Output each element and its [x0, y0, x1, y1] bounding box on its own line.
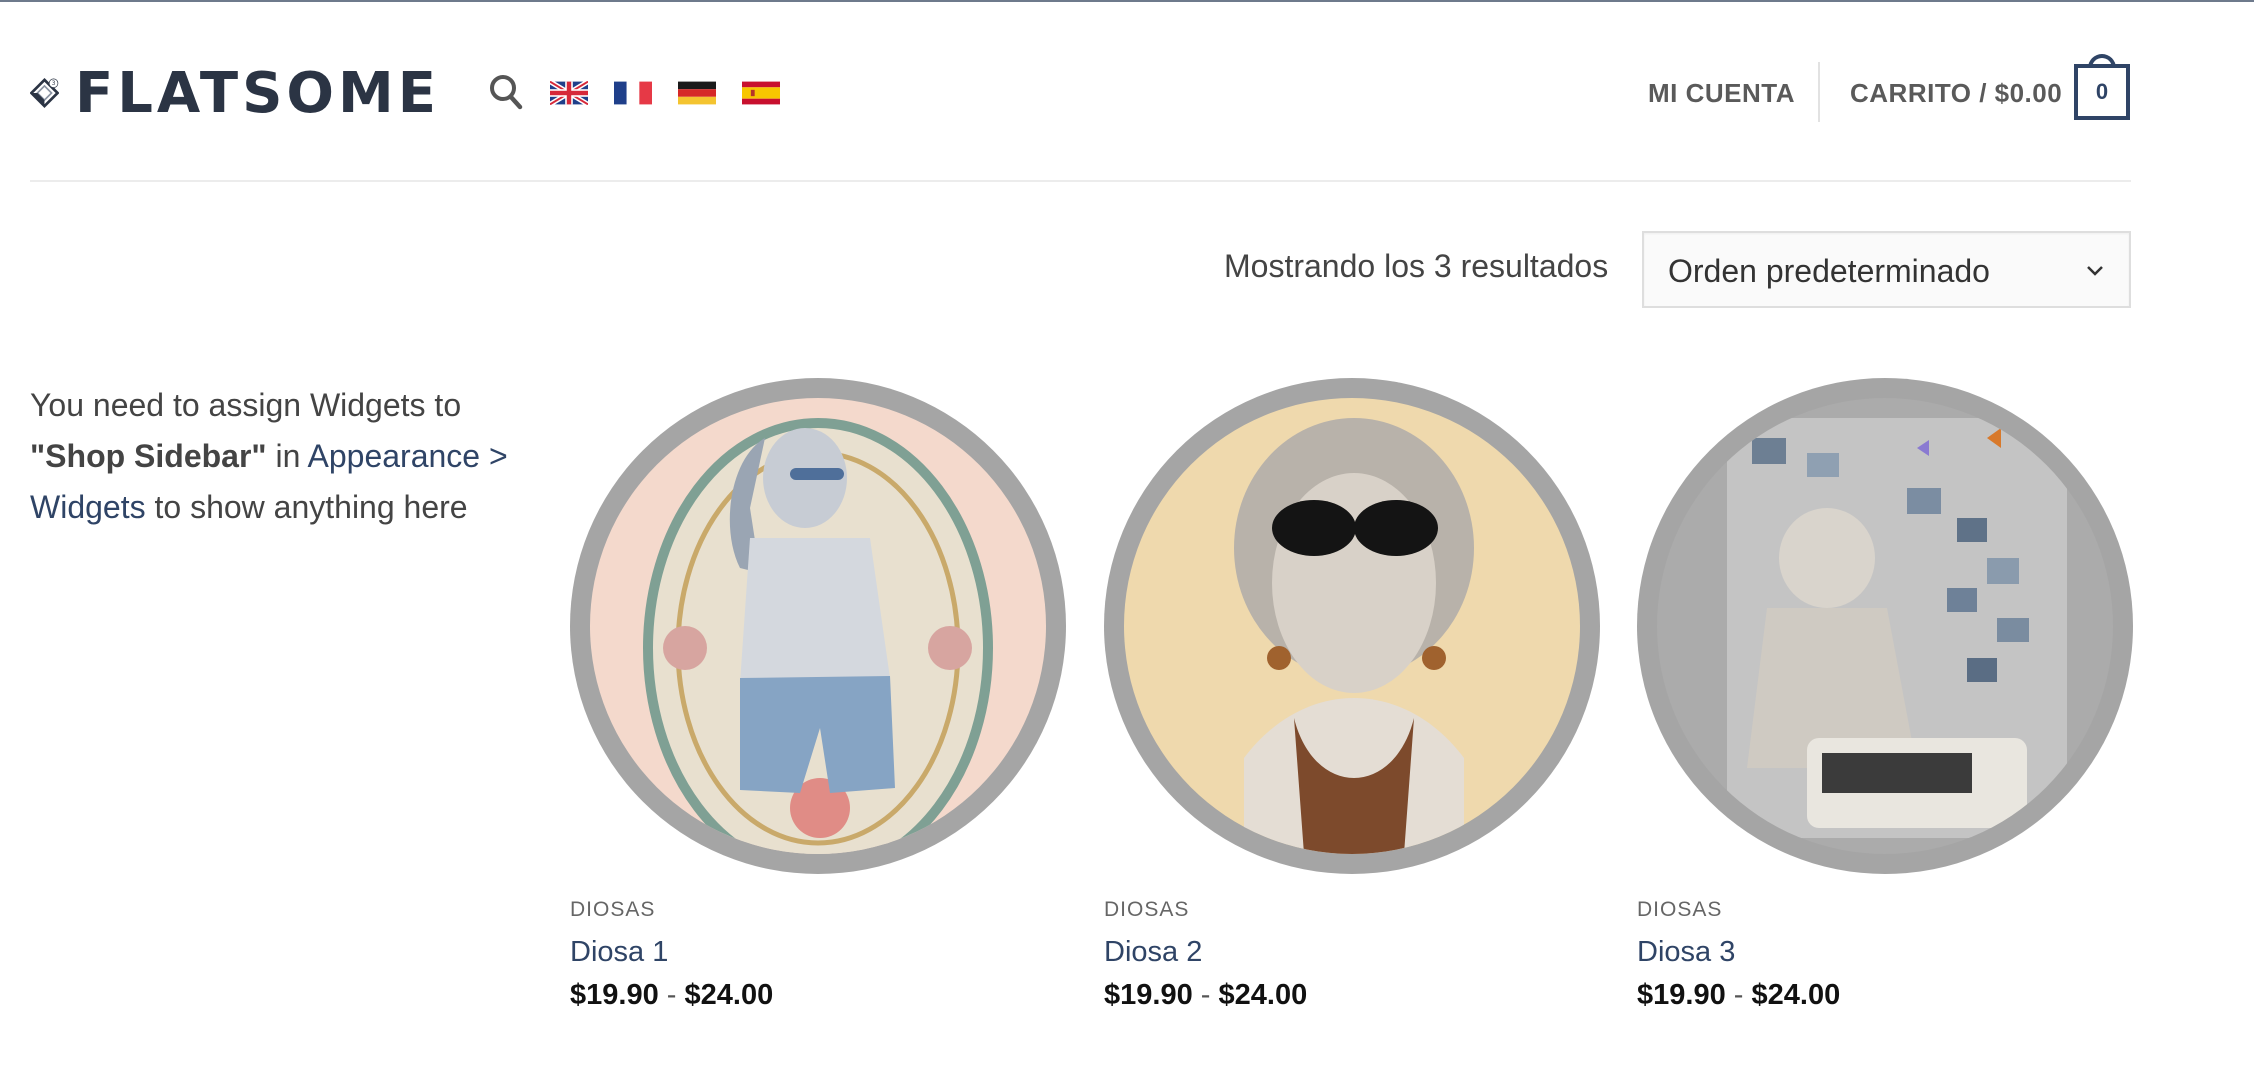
my-account-link[interactable]: MI CUENTA: [1648, 78, 1795, 109]
language-switcher: [550, 81, 780, 105]
product-card: DIOSAS Diosa 3 $19.90 - $24.00: [1637, 378, 2133, 1012]
product-category[interactable]: DIOSAS: [1637, 898, 2133, 922]
site-header: 3 FLATSOME MI CUENTA CARRITO / $0.00 0: [0, 2, 2254, 180]
product-category[interactable]: DIOSAS: [1104, 898, 1600, 922]
product-image[interactable]: [1104, 378, 1600, 874]
price-min: $19.90: [570, 979, 659, 1011]
product-title[interactable]: Diosa 3: [1637, 936, 1735, 969]
svg-text:3: 3: [52, 81, 56, 87]
sidebar-text: in: [266, 438, 308, 474]
germany-flag-icon[interactable]: [678, 81, 716, 105]
product-card: DIOSAS Diosa 1 $19.90 - $24.00: [570, 378, 1066, 1012]
site-logo[interactable]: 3 FLATSOME: [30, 48, 440, 138]
logo-wordmark: FLATSOME: [74, 60, 440, 126]
shop-sidebar: You need to assign Widgets to "Shop Side…: [30, 380, 510, 533]
flatsome-logo-icon: 3: [30, 77, 59, 109]
price-max: $24.00: [1218, 979, 1308, 1011]
price-min: $19.90: [1637, 979, 1726, 1011]
cart-link[interactable]: CARRITO / $0.00: [1850, 78, 2062, 109]
product-price: $19.90 - $24.00: [1104, 979, 1600, 1012]
product-card: DIOSAS Diosa 2 $19.90 - $24.00: [1104, 378, 1600, 1012]
price-max: $24.00: [684, 979, 774, 1011]
result-count: Mostrando los 3 resultados: [1224, 248, 1609, 284]
price-separator: -: [1733, 979, 1744, 1011]
price-max: $24.00: [1751, 979, 1841, 1011]
product-title[interactable]: Diosa 1: [570, 936, 668, 969]
sidebar-text: to show anything here: [145, 489, 468, 525]
goddess-statue-image: [1657, 398, 2113, 854]
france-flag-icon[interactable]: [614, 81, 652, 105]
product-image[interactable]: [1637, 378, 2133, 874]
uk-flag-icon[interactable]: [550, 81, 588, 105]
cart-icon[interactable]: 0: [2074, 54, 2130, 120]
price-separator: -: [666, 979, 677, 1011]
orderby-selected-value: Orden predeterminado: [1668, 253, 1990, 289]
price-min: $19.90: [1104, 979, 1193, 1011]
header-divider: [30, 180, 2131, 182]
search-icon[interactable]: [489, 74, 523, 110]
product-price: $19.90 - $24.00: [1637, 979, 2133, 1012]
product-category[interactable]: DIOSAS: [570, 898, 1066, 922]
nav-divider: [1818, 62, 1820, 122]
cart-count-badge: 0: [2074, 64, 2130, 120]
spain-flag-icon[interactable]: [742, 81, 780, 105]
price-separator: -: [1200, 979, 1211, 1011]
sidebar-strong: "Shop Sidebar": [30, 438, 267, 474]
sidebar-text: You need to assign Widgets to: [30, 387, 462, 423]
product-image[interactable]: [570, 378, 1066, 874]
product-price: $19.90 - $24.00: [570, 979, 1066, 1012]
chevron-down-icon: [2087, 266, 2103, 276]
product-title[interactable]: Diosa 2: [1104, 936, 1202, 969]
goddess-statue-image: [1124, 398, 1580, 854]
orderby-select[interactable]: Orden predeterminado: [1642, 231, 2131, 308]
goddess-statue-image: [590, 398, 1046, 854]
